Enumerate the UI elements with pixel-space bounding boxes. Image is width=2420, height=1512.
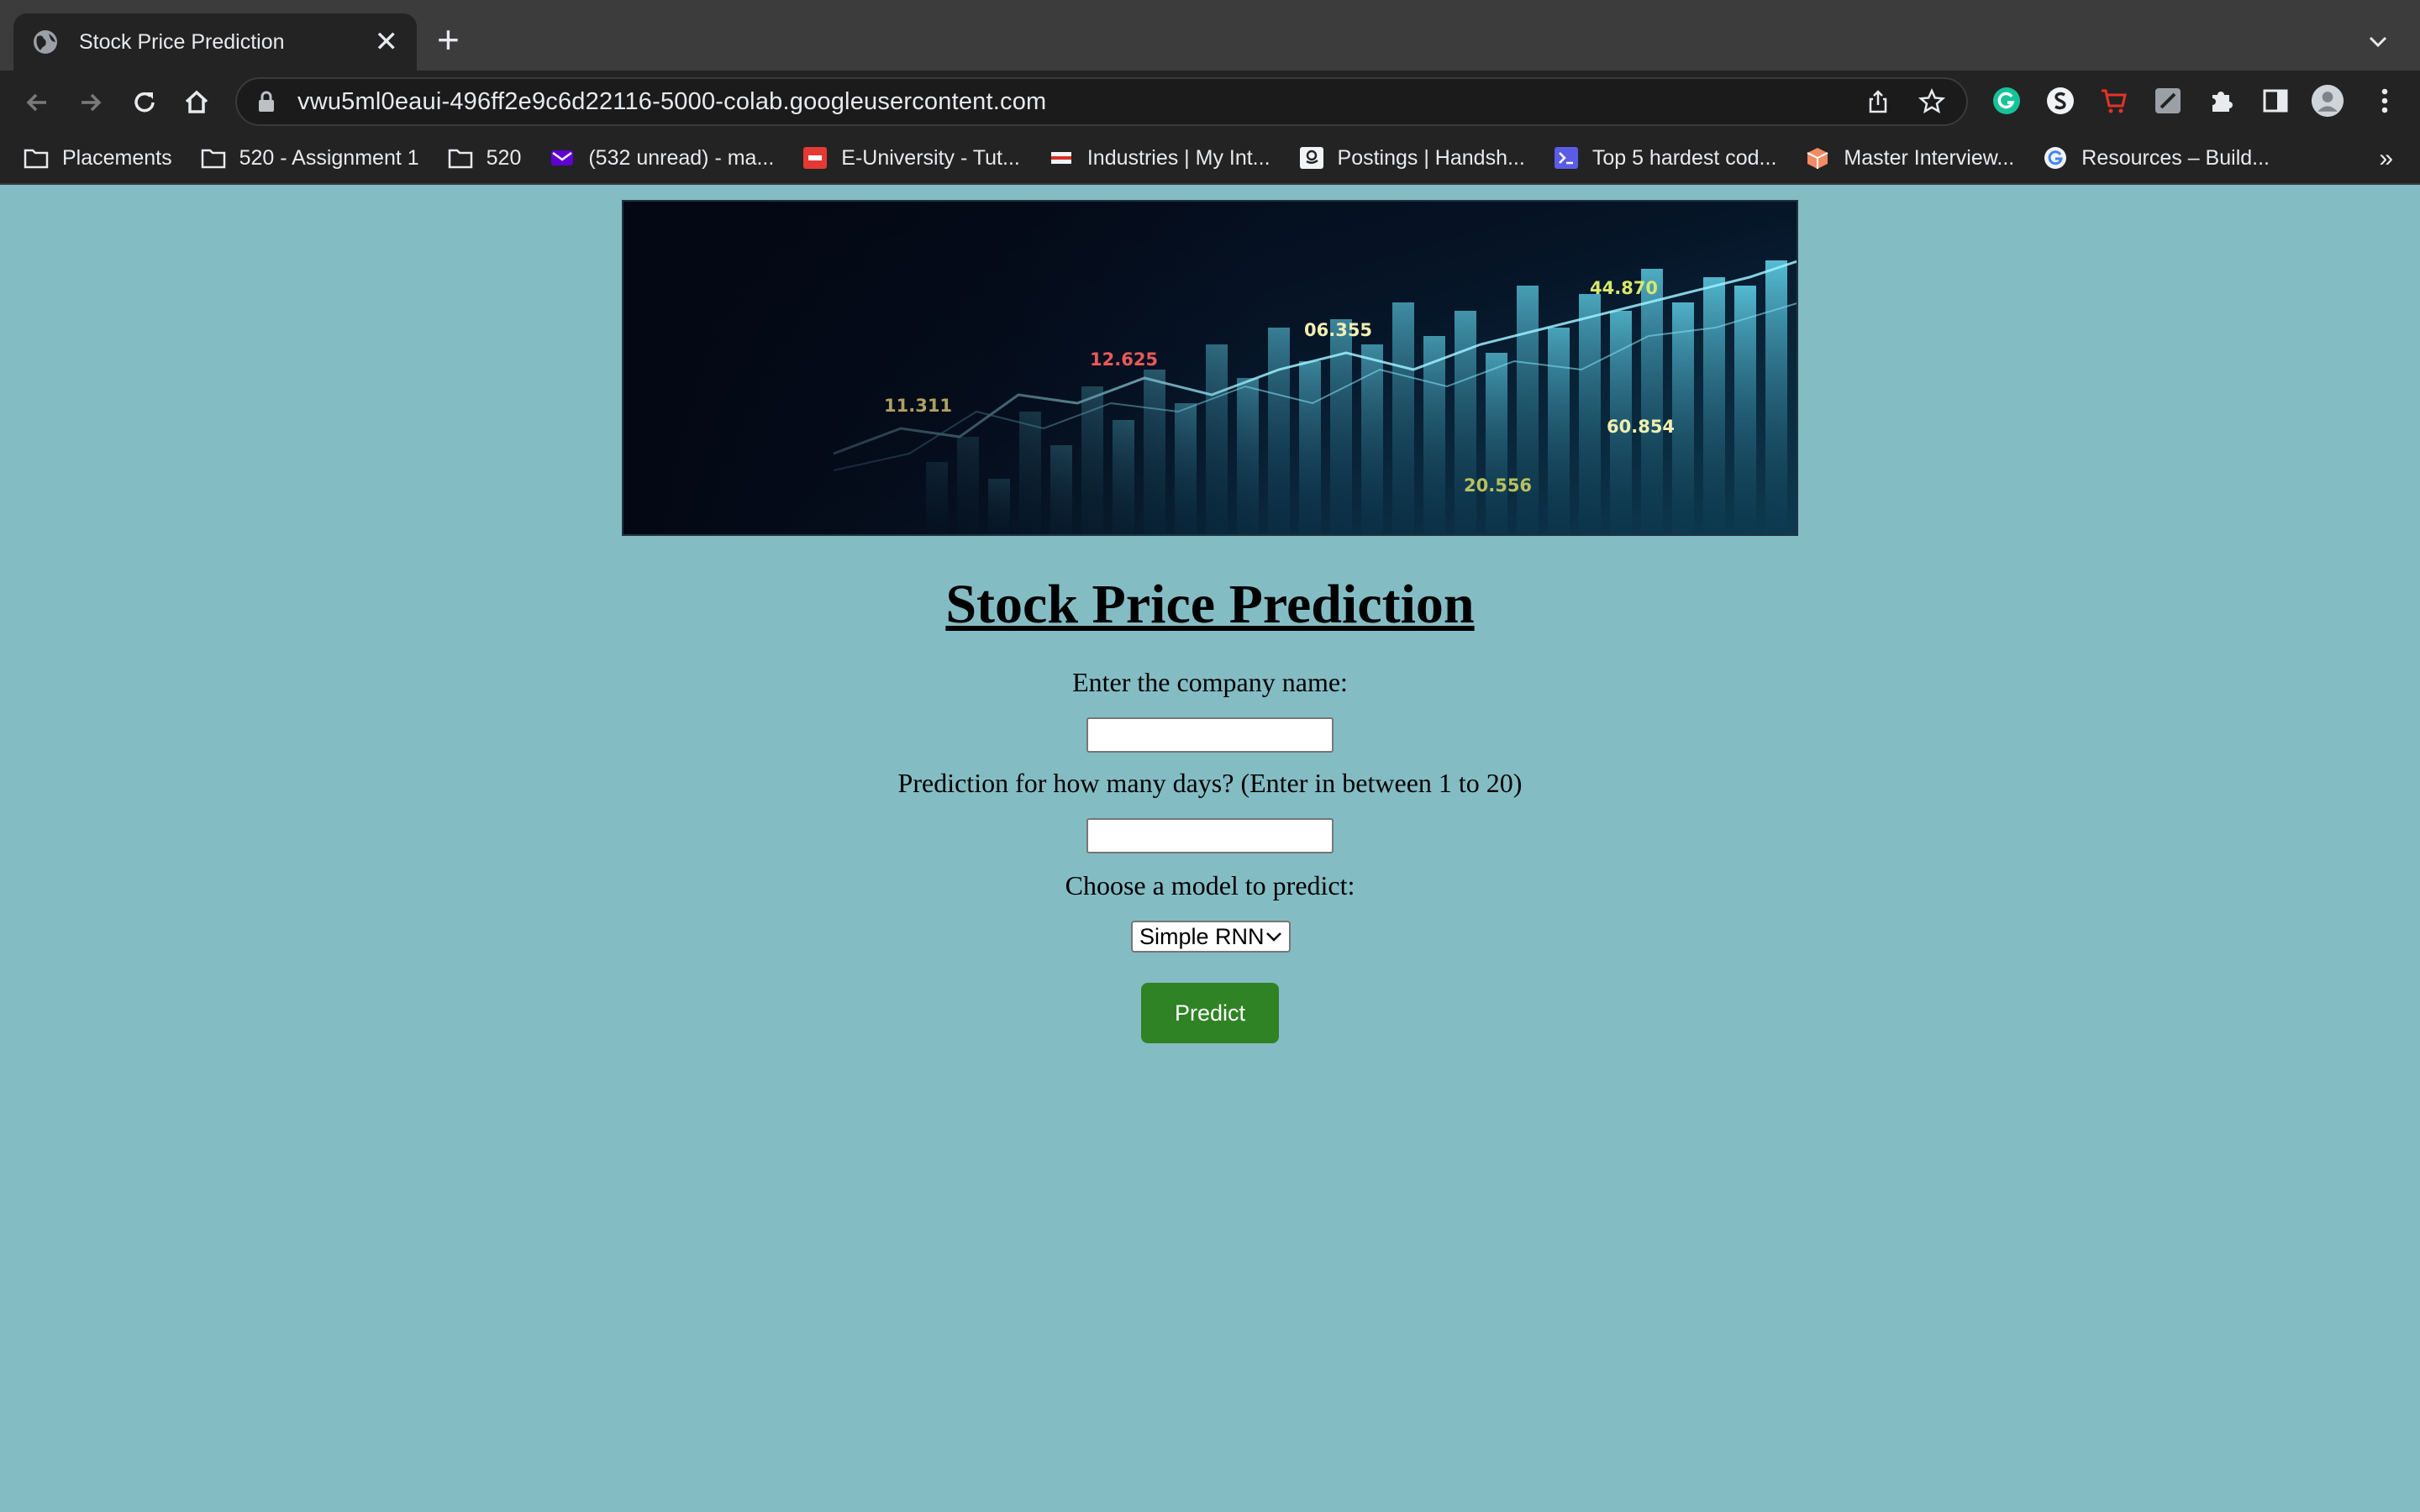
avatar[interactable] [2311, 84, 2344, 118]
chevron-down-icon[interactable] [2368, 32, 2388, 52]
bookmark-item[interactable]: Placements [24, 146, 172, 171]
model-label: Choose a model to predict: [1065, 870, 1355, 900]
page-content: 44.870 06.355 12.625 11.311 60.854 20.55… [0, 186, 2420, 1512]
more-bookmarks-icon[interactable]: » [2379, 144, 2393, 173]
bookmark-label: Resources – Build... [2081, 145, 2270, 170]
bookmark-item[interactable]: Top 5 hardest cod... [1554, 145, 1777, 171]
bookmark-label: 520 [486, 145, 522, 170]
stylus-extension-icon[interactable] [2151, 84, 2185, 118]
bookmark-item[interactable]: E-University - Tut... [802, 146, 1020, 171]
bookmark-item[interactable]: 520 [448, 145, 522, 171]
model-select-value: Simple RNN [1139, 923, 1265, 949]
address-bar[interactable]: vwu5ml0eaui-496ff2e9c6d22116-5000-colab.… [235, 77, 1968, 126]
tab-strip: Stock Price Prediction ✕ + [0, 0, 2420, 71]
banner-number: 12.625 [1090, 349, 1158, 370]
bookmark-label: 520 - Assignment 1 [239, 145, 419, 170]
banner-number: 11.311 [884, 396, 952, 416]
bookmark-item[interactable]: Postings | Handsh... [1299, 146, 1525, 171]
days-input[interactable] [1086, 818, 1334, 853]
s-extension-icon[interactable] [2044, 84, 2077, 118]
bookmark-label: Master Interview... [1844, 145, 2015, 170]
back-icon[interactable] [20, 86, 54, 119]
company-name-input[interactable] [1086, 717, 1334, 753]
chevron-down-icon [1266, 932, 1281, 942]
banner-number: 60.854 [1607, 417, 1675, 437]
bookmark-label: Top 5 hardest cod... [1591, 145, 1777, 170]
globe-icon [34, 30, 57, 54]
url-text[interactable]: vwu5ml0eaui-496ff2e9c6d22116-5000-colab.… [297, 88, 1839, 116]
cart-icon[interactable] [2097, 84, 2131, 118]
stock-chart-banner: 44.870 06.355 12.625 11.311 60.854 20.55… [622, 200, 1798, 536]
bookmark-item[interactable]: 520 - Assignment 1 [201, 146, 419, 171]
bookmark-label: Postings | Handsh... [1337, 145, 1525, 170]
browser-toolbar: vwu5ml0eaui-496ff2e9c6d22116-5000-colab.… [0, 71, 2420, 133]
banner-number: 44.870 [1590, 278, 1658, 298]
lock-icon[interactable] [257, 91, 276, 113]
google-icon [2044, 147, 2067, 169]
folder-icon [24, 149, 49, 169]
folder-icon [448, 149, 472, 169]
predict-button[interactable]: Predict [1141, 983, 1279, 1043]
home-icon[interactable] [180, 86, 213, 119]
grammarly-icon[interactable] [1990, 84, 2023, 118]
forward-icon[interactable] [74, 86, 108, 119]
new-tab-icon[interactable]: + [437, 20, 460, 59]
bookmarks-bar: Placements 520 - Assignment 1 520 (532 u… [0, 133, 2420, 185]
model-select[interactable]: Simple RNN [1131, 921, 1291, 953]
bookmark-item[interactable]: Industries | My Int... [1049, 146, 1270, 171]
banner-number: 20.556 [1464, 475, 1532, 496]
share-icon[interactable] [1864, 87, 1892, 116]
more-vert-icon[interactable] [2368, 84, 2402, 118]
bookmark-item[interactable]: Resources – Build... [2043, 146, 2270, 171]
bookmark-label: Placements [62, 145, 172, 170]
browser-tab[interactable]: Stock Price Prediction ✕ [13, 13, 417, 71]
amazon-icon [1299, 147, 1323, 169]
side-panel-icon[interactable] [2259, 84, 2292, 118]
job-icon [803, 147, 828, 169]
company-label: Enter the company name: [1072, 667, 1348, 697]
bookmark-item[interactable]: Master Interview... [1805, 146, 2014, 171]
bookmark-label: Industries | My Int... [1086, 145, 1270, 170]
puzzle-icon[interactable] [2205, 84, 2238, 118]
reload-icon[interactable] [128, 86, 161, 119]
page-title: Stock Price Prediction [945, 574, 1475, 635]
close-tab-icon[interactable]: ✕ [375, 28, 399, 56]
flag-icon [1050, 152, 1071, 164]
tab-title: Stock Price Prediction [79, 29, 285, 54]
days-label: Prediction for how many days? (Enter in … [897, 768, 1523, 798]
bookmark-label: (532 unread) - ma... [588, 145, 775, 170]
banner-number: 06.355 [1304, 320, 1372, 340]
bookmark-star-icon[interactable] [1918, 87, 1946, 116]
bookmark-item[interactable]: (532 unread) - ma... [550, 146, 774, 171]
terminal-icon [1554, 147, 1578, 169]
box-icon [1807, 148, 1828, 169]
yahoo-mail-icon [551, 150, 574, 165]
folder-icon [201, 149, 225, 169]
bookmark-label: E-University - Tut... [841, 145, 1020, 170]
